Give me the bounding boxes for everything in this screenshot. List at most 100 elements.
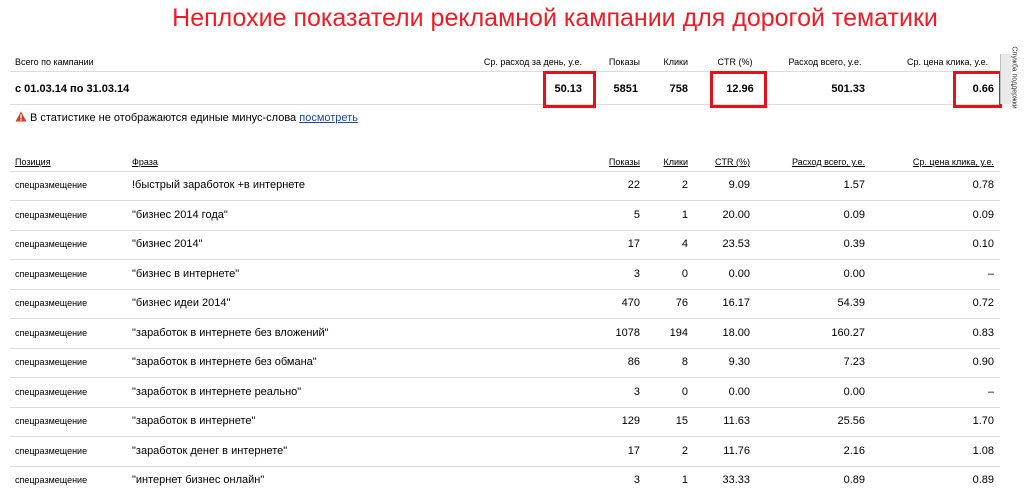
row-clicks: 4: [681, 238, 688, 250]
summary-header-shows: Показы: [608, 57, 640, 67]
summary-period: с 01.03.14 по 31.03.14: [15, 83, 130, 95]
row-position: спецразмещение: [15, 209, 88, 220]
summary-header-label: Всего по кампании: [15, 57, 94, 67]
row-total: 0.00: [843, 267, 865, 280]
minus-words-notice: В статистике не отображаются единые мину…: [15, 111, 358, 124]
table-header-cpc[interactable]: Ср. цена клика, у.е.: [890, 157, 994, 167]
table-header-phrase[interactable]: Фраза: [132, 157, 158, 167]
row-position: спецразмещение: [15, 445, 88, 456]
row-shows: 86: [627, 356, 640, 368]
table-row: спецразмещение !быстрый заработок +в инте…: [0, 172, 1000, 201]
row-ctr: 9.09: [728, 179, 750, 191]
row-clicks: 1: [681, 208, 688, 221]
summary-clicks: 758: [669, 83, 688, 95]
table-row: спецразмещение "бизнес в интернете" 3 0 0.00…: [0, 261, 1000, 290]
table-header-shows[interactable]: Показы: [600, 157, 640, 167]
row-position: спецразмещение: [15, 357, 88, 367]
row-ctr: 18.00: [722, 326, 750, 339]
table-header-ctr[interactable]: CTR (%): [700, 157, 750, 167]
row-ctr: 33.33: [722, 474, 750, 486]
row-phrase: "бизнес 2014": [132, 238, 203, 250]
row-total: 160.27: [831, 326, 865, 339]
row-shows: 3: [633, 267, 640, 280]
row-shows: 3: [633, 474, 640, 486]
row-clicks: 15: [675, 415, 688, 427]
row-position: спецразмещение: [15, 268, 88, 279]
row-phrase: "заработок в интернете реально": [132, 385, 302, 398]
row-ctr: 9.30: [728, 356, 750, 368]
row-ctr: 23.53: [722, 238, 750, 250]
notice-text: В статистике не отображаются единые мину…: [30, 112, 297, 124]
row-cpc: 1.08: [972, 444, 994, 457]
row-shows: 22: [627, 179, 640, 191]
row-phrase: "заработок в интернете без вложений": [132, 326, 329, 339]
summary-divider: [10, 71, 1000, 72]
row-phrase: !быстрый заработок +в интернете: [132, 179, 306, 191]
row-cpc: 0.89: [972, 474, 994, 486]
highlight-cpc: [953, 71, 1002, 108]
row-shows: 3: [633, 385, 640, 398]
row-phrase: "бизнес 2014 года": [132, 208, 228, 221]
row-position: спецразмещение: [15, 327, 88, 338]
table-row: спецразмещение "бизнес 2014 года" 5 1 20.00 0…: [0, 202, 1000, 231]
table-row: спецразмещение "бизнес идеи 2014" 470 76 16.…: [0, 290, 1000, 319]
table-header-position[interactable]: Позиция: [15, 157, 51, 167]
summary-header-clicks: Клики: [663, 57, 689, 67]
row-position: спецразмещение: [15, 298, 88, 308]
row-ctr: 20.00: [722, 208, 750, 221]
row-phrase: "интернет бизнес онлайн": [132, 474, 265, 486]
row-total: 7.23: [843, 356, 865, 368]
row-clicks: 0: [681, 385, 688, 398]
highlight-ctr: [710, 71, 767, 108]
table-row: спецразмещение "заработок в интернете" 129…: [0, 408, 1000, 437]
row-phrase: "заработок в интернете без обмана": [132, 356, 317, 368]
row-total: 0.00: [843, 385, 865, 398]
row-cpc: 0.83: [972, 326, 994, 339]
warning-icon: [15, 111, 27, 122]
row-clicks: 8: [681, 356, 688, 368]
row-ctr: 11.63: [723, 415, 750, 427]
row-total: 1.57: [843, 179, 865, 191]
row-ctr: 11.76: [723, 444, 750, 457]
row-total: 54.39: [837, 297, 865, 309]
row-clicks: 0: [681, 267, 688, 280]
highlight-avg-daily: [543, 71, 596, 108]
row-ctr: 0.00: [728, 385, 750, 398]
summary-shows: 5851: [613, 83, 638, 95]
row-total: 25.56: [837, 415, 865, 427]
row-cpc: 1.70: [972, 415, 994, 427]
summary-total: 501.33: [831, 83, 865, 95]
support-side-tab[interactable]: Служба поддержки: [1000, 46, 1018, 109]
row-position: спецразмещение: [15, 386, 88, 397]
row-phrase: "бизнес в интернете": [132, 267, 240, 280]
row-ctr: 0.00: [728, 267, 750, 280]
row-position: спецразмещение: [15, 475, 88, 485]
table-header-clicks[interactable]: Клики: [650, 157, 689, 167]
row-cpc: 0.09: [972, 208, 994, 221]
support-side-tab-label: Служба поддержки: [1010, 46, 1018, 109]
row-cpc: 0.90: [972, 356, 994, 368]
notice-view-link[interactable]: посмотреть: [299, 112, 358, 124]
row-phrase: "бизнес идеи 2014": [132, 297, 231, 309]
table-row: спецразмещение "интернет бизнес онлайн" 3 1…: [0, 467, 1000, 496]
row-shows: 17: [627, 238, 640, 250]
row-clicks: 194: [669, 326, 688, 339]
table-row: спецразмещение "бизнес 2014" 17 4 23.53 0.39 0…: [0, 231, 1000, 260]
row-cpc: 0.78: [972, 179, 994, 191]
row-total: 0.39: [843, 238, 865, 250]
table-header-total[interactable]: Расход всего, у.е.: [775, 157, 865, 167]
row-clicks: 1: [681, 474, 688, 486]
row-phrase: "заработок в интернете": [132, 415, 256, 427]
row-clicks: 2: [681, 179, 688, 191]
summary-header-avg-daily: Ср. расход за день, у.е.: [483, 57, 582, 67]
row-total: 0.89: [843, 474, 865, 486]
page-title: Неплохие показатели рекламной кампании д…: [172, 4, 938, 32]
table-row: спецразмещение "заработок в интернете реа…: [0, 379, 1000, 408]
summary-header-ctr: CTR (%): [717, 57, 753, 67]
row-total: 0.09: [843, 208, 865, 221]
row-position: спецразмещение: [15, 416, 88, 426]
row-shows: 1078: [615, 326, 640, 339]
row-position: спецразмещение: [15, 180, 88, 190]
row-cpc: 0.72: [972, 297, 994, 309]
row-cpc: 0.10: [972, 238, 994, 250]
